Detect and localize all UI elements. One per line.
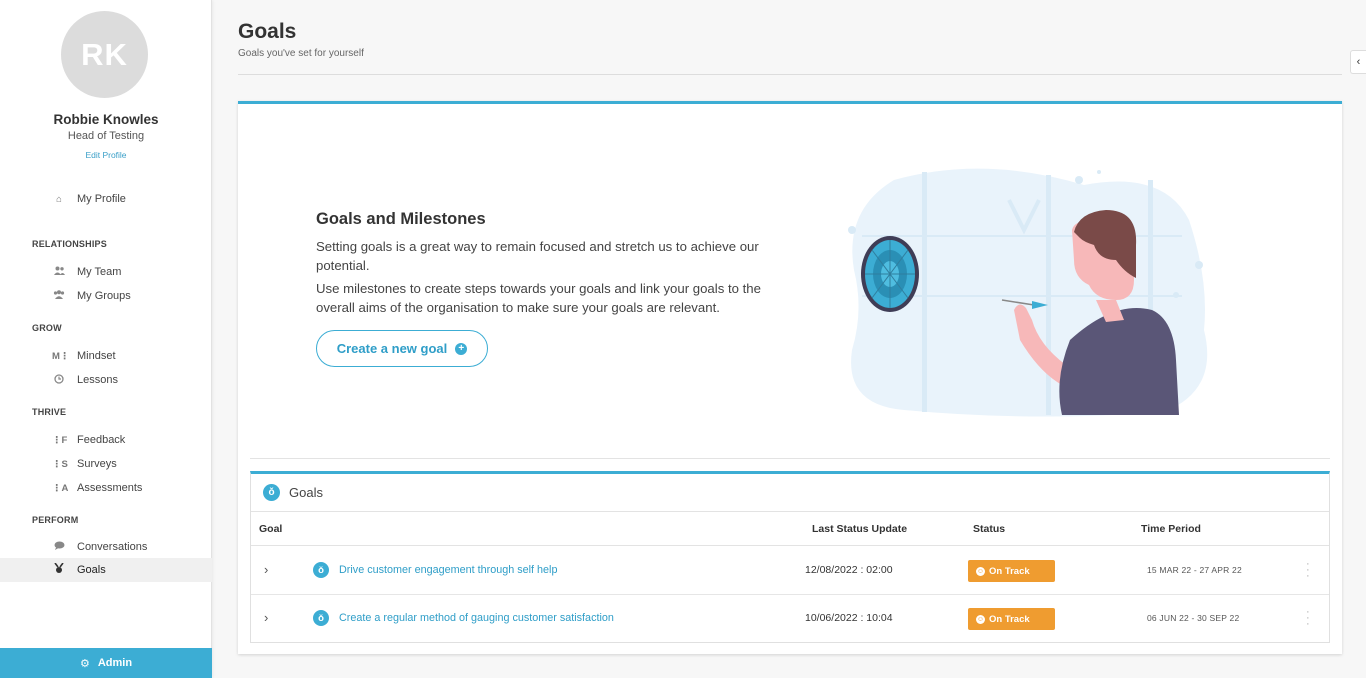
sidebar-item-label: My Groups bbox=[77, 290, 131, 302]
sidebar-item-feedback[interactable]: ⋮F Feedback bbox=[0, 428, 212, 452]
group-icon bbox=[52, 290, 66, 302]
column-header-last-update[interactable]: Last Status Update bbox=[812, 523, 907, 535]
darts-illustration bbox=[848, 168, 1208, 417]
status-badge: ☺ On Track bbox=[968, 560, 1055, 582]
sidebar: RK Robbie Knowles Head of Testing Edit P… bbox=[0, 0, 212, 678]
hero-title: Goals and Milestones bbox=[316, 210, 486, 228]
sidebar-item-label: Feedback bbox=[77, 434, 126, 446]
medal-icon bbox=[52, 562, 66, 577]
goal-title-link[interactable]: Drive customer engagement through self h… bbox=[339, 564, 557, 576]
collapse-panel-button[interactable]: ‹ bbox=[1350, 50, 1366, 74]
hero-paragraph-1: Setting goals is a great way to remain f… bbox=[316, 239, 759, 273]
chat-icon bbox=[52, 541, 66, 553]
sidebar-item-label: Conversations bbox=[77, 541, 148, 553]
time-period: 15 MAR 22 - 27 APR 22 bbox=[1147, 565, 1242, 575]
table-row[interactable]: › ǒ Create a regular method of gauging c… bbox=[251, 595, 1329, 643]
medal-icon: ǒ bbox=[313, 562, 329, 578]
status-label: On Track bbox=[989, 613, 1030, 625]
admin-button[interactable]: ⚙ Admin bbox=[0, 648, 212, 678]
smile-icon: ☺ bbox=[976, 566, 985, 576]
time-period: 06 JUN 22 - 30 SEP 22 bbox=[1147, 613, 1240, 623]
create-goal-button[interactable]: Create a new goal + bbox=[316, 330, 488, 367]
create-goal-label: Create a new goal bbox=[336, 341, 448, 356]
sidebar-item-label: Goals bbox=[77, 564, 106, 576]
table-header-divider bbox=[251, 545, 1329, 546]
goal-title-link[interactable]: Create a regular method of gauging custo… bbox=[339, 612, 614, 624]
sidebar-item-conversations[interactable]: Conversations bbox=[0, 535, 212, 559]
hero-divider bbox=[250, 458, 1330, 459]
sidebar-item-label: Lessons bbox=[77, 374, 118, 386]
chevron-right-icon[interactable]: › bbox=[264, 562, 268, 577]
admin-label: Admin bbox=[97, 657, 133, 669]
last-update-date: 12/08/2022 : 02:00 bbox=[805, 564, 893, 576]
user-name: Robbie Knowles bbox=[53, 112, 159, 127]
medal-icon: ǒ bbox=[313, 610, 329, 626]
sidebar-item-label: Surveys bbox=[77, 458, 117, 470]
header-divider bbox=[238, 74, 1342, 75]
feedback-icon: ⋮F bbox=[52, 434, 68, 446]
gear-icon: ⚙ bbox=[79, 657, 90, 670]
hero-paragraph-2: Use milestones to create steps towards y… bbox=[316, 281, 761, 315]
section-relationships: RELATIONSHIPS bbox=[32, 239, 107, 249]
sidebar-item-mindset[interactable]: M⋮ Mindset bbox=[0, 344, 212, 368]
goals-card: Goals and Milestones Setting goals is a … bbox=[238, 101, 1342, 654]
page-subtitle: Goals you've set for yourself bbox=[238, 48, 364, 59]
plus-circle-icon: + bbox=[455, 342, 468, 355]
medal-icon: ǒ bbox=[263, 484, 280, 501]
sidebar-item-label: Mindset bbox=[77, 350, 116, 362]
column-header-status[interactable]: Status bbox=[973, 523, 1005, 535]
user-job-title: Head of Testing bbox=[67, 130, 145, 142]
column-header-time-period[interactable]: Time Period bbox=[1141, 523, 1201, 535]
surveys-icon: ⋮S bbox=[52, 458, 68, 470]
assessments-icon: ⋮A bbox=[52, 482, 69, 494]
sidebar-item-my-profile[interactable]: ⌂ My Profile bbox=[0, 187, 212, 211]
sidebar-item-goals[interactable]: Goals bbox=[0, 558, 212, 582]
goals-table-title: Goals bbox=[289, 485, 323, 500]
section-thrive: THRIVE bbox=[32, 407, 67, 417]
clock-icon bbox=[52, 373, 66, 387]
status-label: On Track bbox=[989, 565, 1030, 577]
sidebar-item-my-groups[interactable]: My Groups bbox=[0, 284, 212, 308]
chevron-left-icon: ‹ bbox=[1356, 56, 1361, 68]
column-header-goal[interactable]: Goal bbox=[259, 523, 282, 535]
status-badge: ☺ On Track bbox=[968, 608, 1055, 630]
home-icon: ⌂ bbox=[56, 193, 62, 205]
page-title: Goals bbox=[238, 20, 297, 43]
smile-icon: ☺ bbox=[976, 614, 985, 624]
goals-table-header: ǒ Goals bbox=[251, 474, 1329, 512]
sidebar-item-my-team[interactable]: My Team bbox=[0, 260, 212, 284]
mindset-icon: M⋮ bbox=[52, 350, 70, 362]
avatar[interactable]: RK bbox=[61, 11, 148, 98]
sidebar-item-assessments[interactable]: ⋮A Assessments bbox=[0, 476, 212, 500]
section-grow: GROW bbox=[32, 323, 62, 333]
edit-profile-link[interactable]: Edit Profile bbox=[0, 150, 212, 160]
sidebar-item-label: My Profile bbox=[77, 193, 126, 205]
chevron-right-icon[interactable]: › bbox=[264, 610, 268, 625]
sidebar-item-label: Assessments bbox=[77, 482, 143, 494]
sidebar-item-surveys[interactable]: ⋮S Surveys bbox=[0, 452, 212, 476]
goals-table: ǒ Goals Goal Last Status Update Status T… bbox=[250, 471, 1330, 643]
sidebar-item-label: My Team bbox=[77, 266, 122, 278]
last-update-date: 10/06/2022 : 10:04 bbox=[805, 612, 893, 624]
section-perform: PERFORM bbox=[32, 515, 79, 525]
sidebar-item-lessons[interactable]: Lessons bbox=[0, 368, 212, 392]
table-row[interactable]: › ǒ Drive customer engagement through se… bbox=[251, 547, 1329, 595]
more-options-icon[interactable]: · · · bbox=[1306, 607, 1310, 630]
people-icon bbox=[52, 266, 66, 278]
more-options-icon[interactable]: · · · bbox=[1306, 559, 1310, 582]
